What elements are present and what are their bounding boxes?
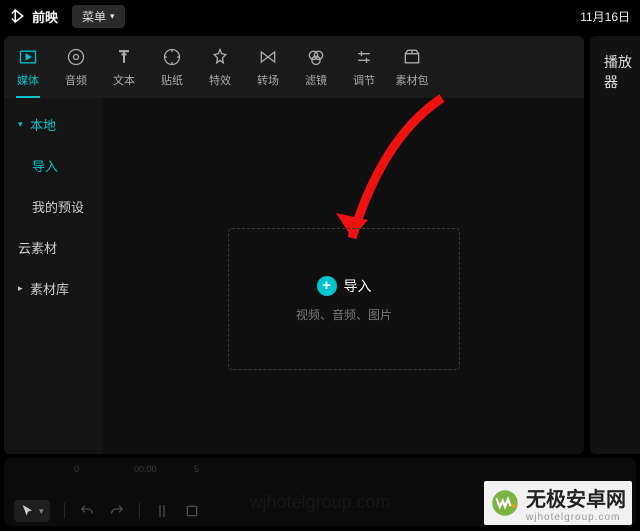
audio-icon <box>66 47 86 67</box>
adjust-icon <box>354 47 374 67</box>
chevron-down-icon: ▾ <box>18 119 26 130</box>
ruler-tick: 5 <box>194 464 199 474</box>
sidebar-item-label: 我的预设 <box>32 197 84 216</box>
tab-pack[interactable]: 素材包 <box>388 36 436 98</box>
tab-label: 音频 <box>65 72 87 88</box>
tab-label: 素材包 <box>396 72 429 88</box>
watermark-logo-icon <box>490 488 520 518</box>
sticker-icon <box>162 47 182 67</box>
tab-label: 转场 <box>257 72 279 88</box>
sidebar-item-本地[interactable]: ▾ 本地 <box>4 104 102 145</box>
effect-icon <box>210 47 230 67</box>
ruler-tick: 0 <box>74 464 79 474</box>
sidebar-item-label: 素材库 <box>30 279 69 298</box>
watermark-brand: 无极安卓网 <box>526 489 626 511</box>
sidebar-item-云素材[interactable]: 云素材 <box>4 227 102 268</box>
delete-icon[interactable] <box>184 503 200 519</box>
content-area: + 导入 视频、音频、图片 <box>102 98 584 454</box>
tab-audio[interactable]: 音频 <box>52 36 100 98</box>
undo-icon[interactable] <box>79 503 95 519</box>
import-hint: 视频、音频、图片 <box>296 306 392 323</box>
chevron-right-icon: ▸ <box>18 283 26 294</box>
watermark: 无极安卓网 wjhotelgroup.com <box>484 481 632 525</box>
tab-label: 媒体 <box>17 72 39 88</box>
pack-icon <box>402 47 422 67</box>
text-icon <box>114 47 134 67</box>
transition-icon <box>258 47 278 67</box>
filter-icon <box>306 47 326 67</box>
watermark-domain: wjhotelgroup.com <box>526 512 626 523</box>
media-icon <box>18 47 38 67</box>
tab-adjust[interactable]: 调节 <box>340 36 388 98</box>
ruler-tick: 00:00 <box>134 464 157 474</box>
app-logo: 前映 <box>10 7 58 26</box>
chevron-down-icon: ▾ <box>39 506 44 517</box>
sidebar-item-我的预设[interactable]: 我的预设 <box>4 186 102 227</box>
tab-text[interactable]: 文本 <box>100 36 148 98</box>
sidebar-item-素材库[interactable]: ▸ 素材库 <box>4 268 102 309</box>
player-title: 播放器 <box>604 54 632 90</box>
tab-effect[interactable]: 特效 <box>196 36 244 98</box>
timeline-ruler: 0 00:00 5 <box>74 464 626 480</box>
tab-label: 调节 <box>353 72 375 88</box>
tab-sticker[interactable]: 贴纸 <box>148 36 196 98</box>
main-tabbar: 媒体 音频 文本 贴纸 特效 转场 滤镜 调节 素材包 <box>4 36 584 98</box>
sidebar-item-label: 本地 <box>30 115 56 134</box>
tab-filter[interactable]: 滤镜 <box>292 36 340 98</box>
tab-label: 特效 <box>209 72 231 88</box>
tab-label: 贴纸 <box>161 72 183 88</box>
import-label: 导入 <box>344 276 372 296</box>
sidebar-item-label: 导入 <box>32 156 58 175</box>
split-icon[interactable] <box>154 503 170 519</box>
app-name: 前映 <box>32 7 58 26</box>
sidebar-item-导入[interactable]: 导入 <box>4 145 102 186</box>
player-panel: 播放器 <box>590 36 640 454</box>
tab-label: 文本 <box>113 72 135 88</box>
sidebar-item-label: 云素材 <box>18 238 57 257</box>
chevron-down-icon: ▾ <box>110 11 115 22</box>
sidebar: ▾ 本地导入我的预设云素材 ▸ 素材库 <box>4 98 102 454</box>
tab-label: 滤镜 <box>305 72 327 88</box>
redo-icon[interactable] <box>109 503 125 519</box>
cursor-tool-button[interactable]: ▾ <box>14 500 50 522</box>
date-label: 11月16日 <box>580 8 630 25</box>
tab-transition[interactable]: 转场 <box>244 36 292 98</box>
tab-media[interactable]: 媒体 <box>4 36 52 98</box>
plus-icon: + <box>317 276 337 296</box>
import-dropzone[interactable]: + 导入 视频、音频、图片 <box>228 228 460 370</box>
timeline-toolbar: ▾ <box>14 500 200 522</box>
menu-button[interactable]: 菜单 ▾ <box>72 5 125 28</box>
